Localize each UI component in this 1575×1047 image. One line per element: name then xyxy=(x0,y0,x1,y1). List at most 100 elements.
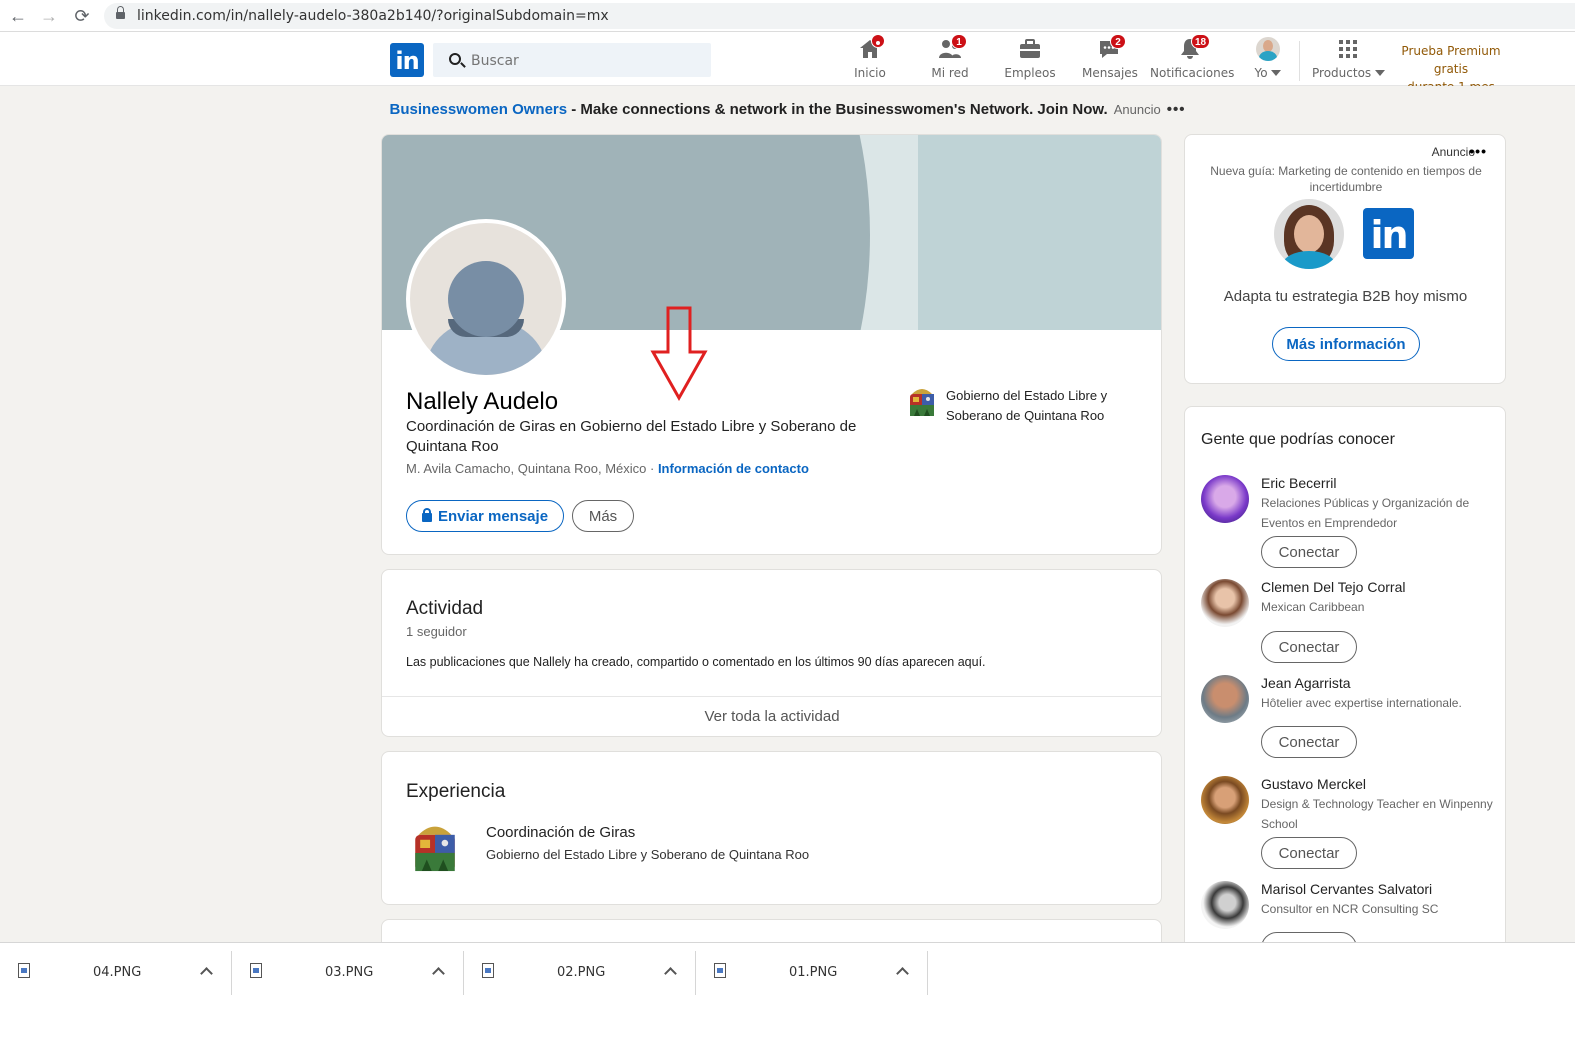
download-item[interactable]: 01.PNG xyxy=(696,951,928,995)
user-avatar xyxy=(1256,37,1280,61)
profile-card: Nallely Audelo Coordinación de Giras en … xyxy=(381,134,1162,555)
url-text[interactable]: linkedin.com/in/nallely-audelo-380a2b140… xyxy=(137,8,609,24)
person-name[interactable]: Clemen Del Tejo Corral xyxy=(1261,579,1405,595)
activity-description: Las publicaciones que Nallely ha creado,… xyxy=(406,655,986,669)
ad-person-avatar xyxy=(1274,199,1344,269)
more-options-icon[interactable]: ••• xyxy=(1167,101,1186,118)
nav-label-mensajes: Mensajes xyxy=(1082,66,1138,80)
network-icon: 1 xyxy=(938,34,967,61)
pymk-card: Gente que podrías conocer Eric Becerril … xyxy=(1184,406,1506,966)
person-avatar[interactable] xyxy=(1201,579,1249,627)
bell-icon: 18 xyxy=(1178,34,1211,61)
linkedin-logo[interactable]: in xyxy=(390,43,424,77)
linkedin-logo: in xyxy=(1363,208,1414,259)
nav-mensajes[interactable]: 2 Mensajes xyxy=(1082,34,1138,83)
premium-line-1: Prueba Premium gratis xyxy=(1401,44,1501,76)
address-bar[interactable]: linkedin.com/in/nallely-audelo-380a2b140… xyxy=(104,3,1575,29)
nav-empleos[interactable]: Empleos xyxy=(1004,37,1056,83)
search-icon xyxy=(449,53,461,65)
search-box[interactable] xyxy=(433,43,711,77)
download-item[interactable]: 03.PNG xyxy=(232,951,464,995)
nav-mi-red[interactable]: 1 Mi red xyxy=(926,34,974,83)
notification-dot xyxy=(871,34,885,48)
nav-label-notificaciones: Notificaciones xyxy=(1150,66,1235,80)
person-avatar[interactable] xyxy=(1201,776,1249,824)
briefcase-icon xyxy=(1018,37,1042,61)
send-message-label: Enviar mensaje xyxy=(437,507,549,525)
person-description: Design & Technology Teacher en Winpenny … xyxy=(1261,797,1493,831)
notificaciones-badge: 18 xyxy=(1191,34,1211,49)
person-name[interactable]: Jean Agarrista xyxy=(1261,675,1351,691)
chevron-up-icon[interactable] xyxy=(200,967,213,980)
download-item[interactable]: 02.PNG xyxy=(464,951,696,995)
activity-card: Actividad 1 seguidor Las publicaciones q… xyxy=(381,569,1162,737)
more-options-icon[interactable]: ••• xyxy=(1469,143,1487,159)
reload-icon[interactable]: ⟳ xyxy=(70,4,94,28)
messaging-icon: 2 xyxy=(1097,34,1126,61)
experience-role: Coordinación de Giras xyxy=(486,824,636,841)
chevron-up-icon[interactable] xyxy=(664,967,677,980)
downloads-bar: 04.PNG 03.PNG 02.PNG 01.PNG xyxy=(0,942,1575,1047)
see-all-activity-link[interactable]: Ver toda la actividad xyxy=(382,697,1161,736)
download-filename[interactable]: 03.PNG xyxy=(325,965,373,980)
followers-count[interactable]: 1 seguidor xyxy=(406,624,467,639)
download-filename[interactable]: 04.PNG xyxy=(93,965,141,980)
more-button[interactable]: Más xyxy=(572,500,634,532)
person-description: Mexican Caribbean xyxy=(1261,600,1365,614)
coat-of-arms-icon[interactable] xyxy=(413,820,457,876)
profile-avatar[interactable] xyxy=(406,219,566,379)
connect-button[interactable]: Conectar xyxy=(1261,631,1357,663)
send-message-button[interactable]: Enviar mensaje xyxy=(406,500,564,532)
nav-productos[interactable]: Productos xyxy=(1312,37,1385,83)
person-name[interactable]: Eric Becerril xyxy=(1261,475,1336,491)
person-description: Hôtelier avec expertise internationale. xyxy=(1261,696,1462,710)
image-file-icon xyxy=(714,963,726,978)
nav-yo[interactable]: Yo xyxy=(1250,37,1286,83)
forward-arrow-icon[interactable]: → xyxy=(37,4,61,28)
person-description: Consultor en NCR Consulting SC xyxy=(1261,902,1439,916)
nav-inicio[interactable]: Inicio xyxy=(848,34,892,83)
profile-location: M. Avila Camacho, Quintana Roo, México ·… xyxy=(406,461,809,476)
connect-button[interactable]: Conectar xyxy=(1261,837,1357,869)
nav-label-empleos: Empleos xyxy=(1004,66,1056,80)
ad-tag: Anuncio xyxy=(1113,102,1161,117)
person-avatar[interactable] xyxy=(1201,881,1249,929)
profile-headline: Coordinación de Giras en Gobierno del Es… xyxy=(406,418,857,455)
chevron-down-icon xyxy=(1271,70,1282,76)
experience-title: Experiencia xyxy=(406,781,506,802)
ad-text[interactable]: - Make connections & network in the Busi… xyxy=(567,101,1107,118)
chevron-up-icon[interactable] xyxy=(432,967,445,980)
experience-card: Experiencia Coordinación de Giras Gobier… xyxy=(381,751,1162,905)
person-description: Relaciones Públicas y Organización de Ev… xyxy=(1261,496,1470,530)
experience-org[interactable]: Gobierno del Estado Libre y Soberano de … xyxy=(486,847,809,862)
connect-button[interactable]: Conectar xyxy=(1261,726,1357,758)
image-file-icon xyxy=(482,963,494,978)
image-file-icon xyxy=(250,963,262,978)
download-filename[interactable]: 02.PNG xyxy=(557,965,605,980)
nav-label-inicio: Inicio xyxy=(854,66,886,80)
ad-guide-text: Nueva guía: Marketing de contenido en ti… xyxy=(1210,164,1482,194)
grid-icon xyxy=(1336,37,1360,61)
person-avatar[interactable] xyxy=(1201,475,1249,523)
image-file-icon xyxy=(18,963,30,978)
nav-label-yo: Yo xyxy=(1250,66,1286,80)
more-info-button[interactable]: Más información xyxy=(1272,327,1420,361)
nav-notificaciones[interactable]: 18 Notificaciones xyxy=(1150,34,1235,83)
nav-label-mi-red: Mi red xyxy=(931,66,969,80)
download-filename[interactable]: 01.PNG xyxy=(789,965,837,980)
current-org[interactable]: Gobierno del Estado Libre y Soberano de … xyxy=(946,386,1146,426)
ad-brand[interactable]: Businesswomen Owners xyxy=(390,101,568,118)
contact-info-link[interactable]: Información de contacto xyxy=(658,461,809,476)
search-input[interactable] xyxy=(471,51,701,71)
download-item[interactable]: 04.PNG xyxy=(0,951,232,995)
back-arrow-icon[interactable]: ← xyxy=(6,4,30,28)
person-name[interactable]: Marisol Cervantes Salvatori xyxy=(1261,881,1432,897)
person-avatar[interactable] xyxy=(1201,675,1249,723)
lock-icon xyxy=(116,6,125,20)
connect-button[interactable]: Conectar xyxy=(1261,536,1357,568)
profile-name: Nallely Audelo xyxy=(406,388,559,415)
person-name[interactable]: Gustavo Merckel xyxy=(1261,776,1366,792)
top-ad-banner[interactable]: Businesswomen Owners - Make connections … xyxy=(0,101,1575,118)
coat-of-arms-icon[interactable] xyxy=(909,385,935,419)
chevron-up-icon[interactable] xyxy=(896,967,909,980)
